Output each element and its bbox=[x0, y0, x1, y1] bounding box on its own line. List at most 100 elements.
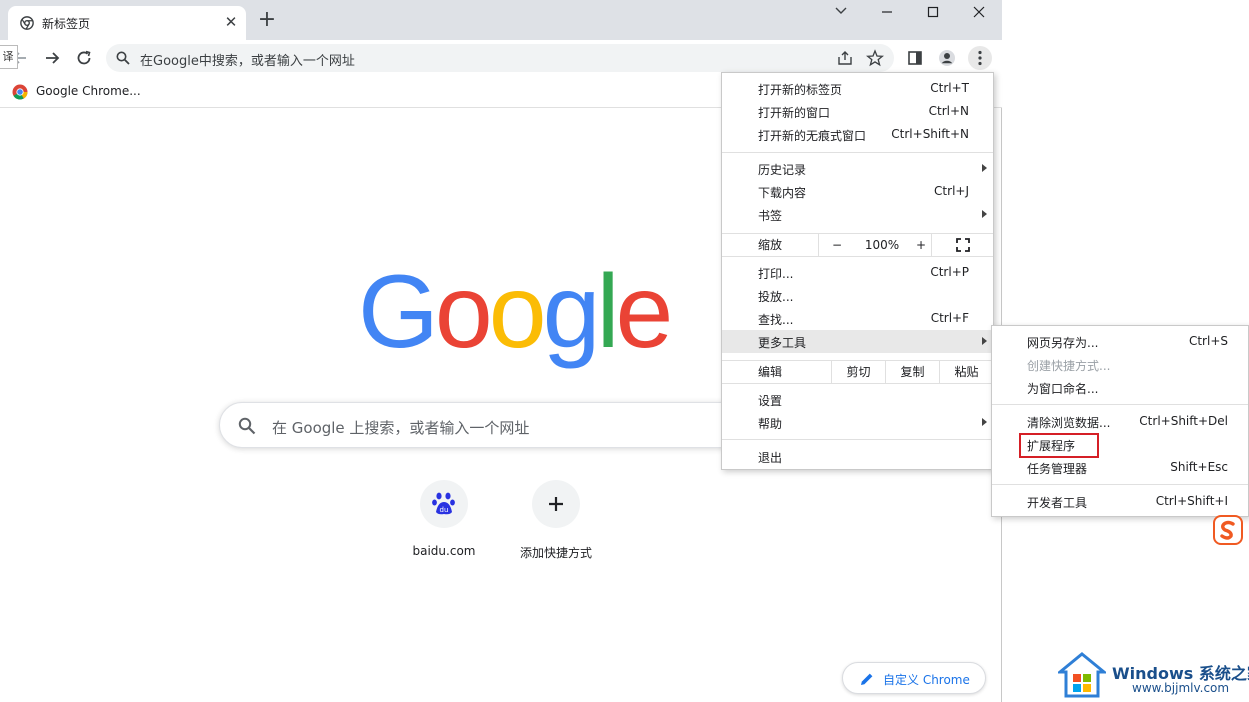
menu-item-new-tab[interactable]: 打开新的标签页 Ctrl+T bbox=[722, 77, 993, 100]
ntp-search-placeholder: 在 Google 上搜索，或者输入一个网址 bbox=[272, 419, 530, 437]
shortcut-add[interactable]: 添加快捷方式 bbox=[500, 480, 612, 570]
window-close-button[interactable] bbox=[956, 0, 1002, 24]
menu-item-print[interactable]: 打印... Ctrl+P bbox=[722, 261, 993, 284]
menu-item-history[interactable]: 历史记录 bbox=[722, 157, 993, 180]
shortcut-label: baidu.com bbox=[412, 544, 476, 558]
menu-item-new-incognito[interactable]: 打开新的无痕式窗口 Ctrl+Shift+N bbox=[722, 123, 993, 146]
menu-item-shortcut: Ctrl+P bbox=[930, 265, 969, 279]
menu-item-label: 开发者工具 bbox=[1027, 496, 1088, 510]
menu-item-label: 为窗口命名... bbox=[1027, 382, 1099, 396]
menu-item-label: 查找... bbox=[758, 313, 794, 327]
menu-item-shortcut: Ctrl+S bbox=[1188, 334, 1228, 348]
maximize-button[interactable] bbox=[910, 0, 956, 24]
kebab-menu-icon bbox=[978, 50, 982, 66]
submenu-item-name-window[interactable]: 为窗口命名... bbox=[992, 376, 1248, 399]
avatar-icon bbox=[939, 50, 955, 66]
close-icon bbox=[973, 6, 985, 18]
cut-button[interactable]: 剪切 bbox=[832, 361, 885, 383]
menu-item-shortcut: Ctrl+Shift+Del bbox=[1139, 414, 1228, 428]
menu-item-label: 书签 bbox=[758, 209, 783, 223]
copy-button[interactable]: 复制 bbox=[886, 361, 939, 383]
menu-item-find[interactable]: 查找... Ctrl+F bbox=[722, 307, 993, 330]
menu-item-label: 创建快捷方式... bbox=[1027, 359, 1111, 373]
reload-icon bbox=[77, 50, 91, 65]
menu-item-shortcut: Ctrl+F bbox=[930, 311, 969, 325]
submenu-item-create-shortcut: 创建快捷方式... bbox=[992, 353, 1248, 376]
menu-item-shortcut: Shift+Esc bbox=[1170, 460, 1228, 474]
menu-item-cast[interactable]: 投放... bbox=[722, 284, 993, 307]
submenu-arrow-icon bbox=[982, 418, 987, 426]
logo-letter: l bbox=[596, 254, 619, 370]
side-panel-button[interactable] bbox=[903, 46, 927, 70]
menu-zoom-row: 缩放 − 100% + bbox=[722, 233, 993, 257]
sogou-ime-icon[interactable] bbox=[1212, 514, 1244, 546]
side-panel-icon bbox=[908, 51, 922, 65]
omnibox[interactable]: 在Google中搜索，或者输入一个网址 bbox=[106, 44, 894, 72]
fullscreen-button[interactable] bbox=[932, 234, 993, 256]
submenu-item-dev-tools[interactable]: 开发者工具 Ctrl+Shift+I bbox=[992, 490, 1248, 513]
zoom-label: 缩放 bbox=[758, 238, 783, 252]
logo-letter: G bbox=[358, 254, 439, 370]
menu-item-label: 网页另存为... bbox=[1027, 336, 1099, 350]
menu-separator bbox=[722, 152, 993, 153]
chrome-icon bbox=[20, 16, 34, 30]
menu-item-label: 帮助 bbox=[758, 417, 783, 431]
menu-item-label: 清除浏览数据... bbox=[1027, 416, 1111, 430]
watermark: Windows 系统之家 www.bjjmlv.com bbox=[1058, 652, 1249, 698]
menu-item-label: 历史记录 bbox=[758, 163, 807, 177]
minimize-button[interactable] bbox=[864, 0, 910, 24]
svg-text:du: du bbox=[440, 506, 449, 514]
tab-strip: 新标签页 ✕ + bbox=[0, 0, 1002, 40]
menu-item-shortcut: Ctrl+N bbox=[928, 104, 969, 118]
submenu-item-save-page[interactable]: 网页另存为... Ctrl+S bbox=[992, 330, 1248, 353]
menu-button[interactable] bbox=[968, 46, 992, 70]
zoom-value: 100% bbox=[864, 238, 900, 252]
close-icon[interactable]: ✕ bbox=[222, 13, 240, 31]
maximize-icon bbox=[927, 6, 939, 18]
star-icon[interactable] bbox=[866, 49, 884, 67]
share-icon[interactable] bbox=[836, 49, 854, 67]
watermark-url: www.bjjmlv.com bbox=[1132, 681, 1230, 695]
menu-item-bookmarks[interactable]: 书签 bbox=[722, 203, 993, 226]
menu-item-settings[interactable]: 设置 bbox=[722, 388, 993, 411]
arrow-right-icon bbox=[46, 52, 60, 64]
menu-item-downloads[interactable]: 下载内容 Ctrl+J bbox=[722, 180, 993, 203]
baidu-paw-icon: du bbox=[432, 492, 455, 515]
zoom-out-button[interactable]: − bbox=[819, 234, 855, 256]
menu-item-label: 退出 bbox=[758, 451, 783, 465]
menu-separator bbox=[722, 439, 993, 440]
menu-separator bbox=[992, 404, 1248, 405]
menu-edit-row: 编辑 剪切 复制 粘贴 bbox=[722, 360, 993, 384]
menu-item-exit[interactable]: 退出 bbox=[722, 445, 993, 468]
ntp-search-box[interactable]: 在 Google 上搜索，或者输入一个网址 bbox=[219, 402, 779, 448]
menu-item-more-tools[interactable]: 更多工具 bbox=[722, 330, 993, 353]
submenu-arrow-icon bbox=[982, 337, 987, 345]
translate-chip[interactable]: 译 bbox=[0, 45, 18, 69]
forward-button[interactable] bbox=[40, 46, 64, 70]
zoom-in-button[interactable]: + bbox=[909, 234, 933, 256]
bookmark-google-chrome[interactable]: Google Chrome... bbox=[36, 84, 141, 98]
windows-logo-icon bbox=[1058, 652, 1106, 698]
reload-button[interactable] bbox=[72, 46, 96, 70]
menu-item-shortcut: Ctrl+Shift+I bbox=[1155, 494, 1228, 508]
menu-item-new-window[interactable]: 打开新的窗口 Ctrl+N bbox=[722, 100, 993, 123]
new-tab-button[interactable]: + bbox=[256, 9, 278, 32]
shortcut-baidu[interactable]: du baidu.com bbox=[388, 480, 500, 570]
customize-chrome-button[interactable]: 自定义 Chrome bbox=[842, 662, 986, 694]
tab-new-tab[interactable]: 新标签页 ✕ bbox=[8, 6, 246, 40]
paste-button[interactable]: 粘贴 bbox=[940, 361, 993, 383]
pencil-icon bbox=[861, 673, 873, 685]
menu-item-label: 打开新的标签页 bbox=[758, 83, 843, 97]
tab-search-button[interactable] bbox=[818, 0, 864, 24]
menu-item-label: 更多工具 bbox=[758, 336, 807, 350]
submenu-item-task-manager[interactable]: 任务管理器 Shift+Esc bbox=[992, 456, 1248, 479]
menu-item-label: 打开新的窗口 bbox=[758, 106, 831, 120]
menu-item-help[interactable]: 帮助 bbox=[722, 411, 993, 434]
chevron-down-icon bbox=[835, 7, 847, 14]
submenu-item-clear-data[interactable]: 清除浏览数据... Ctrl+Shift+Del bbox=[992, 410, 1248, 433]
profile-button[interactable] bbox=[935, 46, 959, 70]
logo-letter: g bbox=[542, 254, 601, 370]
plus-icon bbox=[549, 497, 563, 511]
minimize-icon bbox=[882, 11, 892, 13]
edit-label: 编辑 bbox=[758, 365, 783, 379]
